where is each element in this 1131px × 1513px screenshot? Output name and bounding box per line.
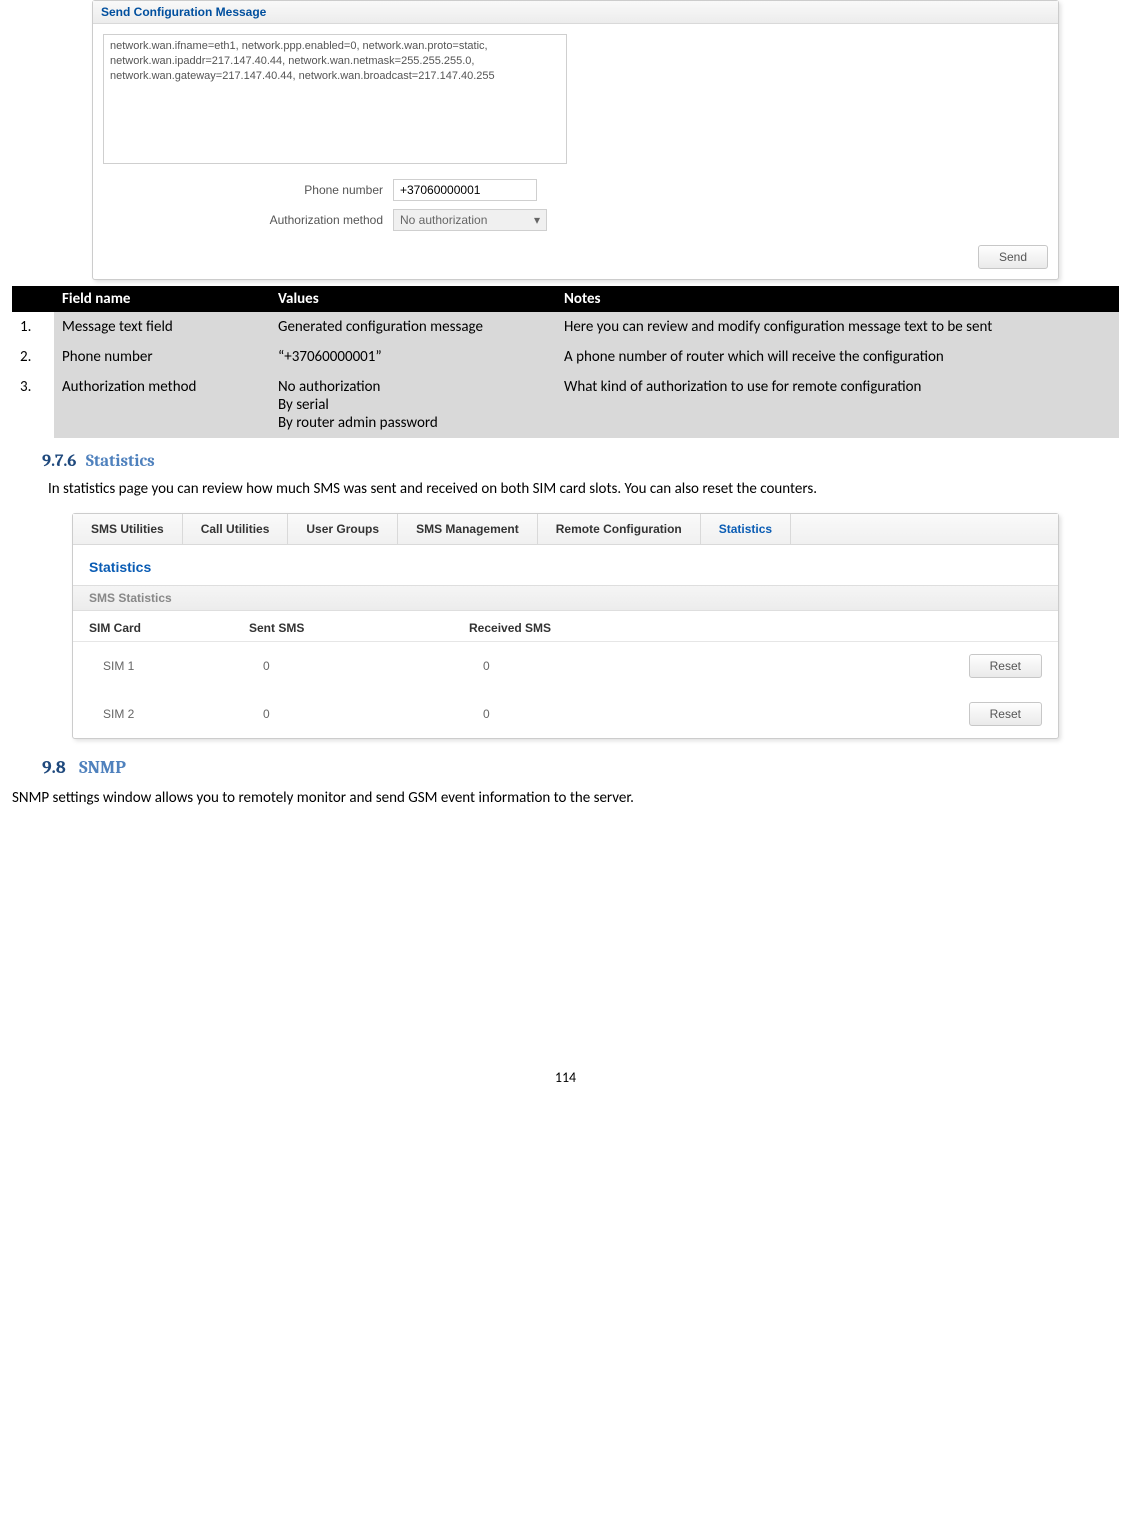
section-heading-98: 9.8 SNMP	[42, 757, 1119, 778]
section-title: SNMP	[79, 757, 126, 778]
tabs: SMS Utilities Call Utilities User Groups…	[73, 514, 1058, 545]
auth-select-value: No authorization	[400, 213, 487, 227]
statistics-paragraph: In statistics page you can review how mu…	[12, 479, 1119, 499]
section-title: Statistics	[86, 452, 155, 471]
stats-columns: SIM Card Sent SMS Received SMS	[73, 611, 1058, 642]
table-row: 3. Authorization method No authorization…	[12, 372, 1119, 438]
reset-button[interactable]: Reset	[969, 702, 1042, 726]
snmp-paragraph: SNMP settings window allows you to remot…	[12, 788, 1119, 808]
row-notes: A phone number of router which will rece…	[556, 342, 1119, 372]
table-row: 1. Message text field Generated configur…	[12, 312, 1119, 342]
cell-recv: 0	[483, 659, 952, 673]
stats-row: SIM 2 0 0 Reset	[73, 690, 1058, 738]
auth-row: Authorization method No authorization ▾	[103, 209, 1058, 231]
cell-sent: 0	[263, 707, 483, 721]
row-values: No authorization By serial By router adm…	[270, 372, 556, 438]
message-text-field[interactable]: network.wan.ifname=eth1, network.ppp.ena…	[103, 34, 567, 164]
row-field: Message text field	[54, 312, 270, 342]
row-notes: Here you can review and modify configura…	[556, 312, 1119, 342]
tab-sms-utilities[interactable]: SMS Utilities	[73, 514, 183, 544]
send-button[interactable]: Send	[978, 245, 1048, 269]
section-num: 9.7.6	[42, 452, 76, 471]
cell-recv: 0	[483, 707, 952, 721]
phone-input[interactable]	[393, 179, 537, 201]
stats-row: SIM 1 0 0 Reset	[73, 642, 1058, 690]
config-message-panel: Send Configuration Message network.wan.i…	[92, 0, 1059, 280]
section-num: 9.8	[42, 757, 66, 778]
col-num	[12, 286, 54, 312]
row-num: 3.	[12, 372, 54, 438]
row-field: Authorization method	[54, 372, 270, 438]
tab-remote-configuration[interactable]: Remote Configuration	[538, 514, 701, 544]
tab-statistics[interactable]: Statistics	[701, 514, 791, 544]
reset-button[interactable]: Reset	[969, 654, 1042, 678]
row-field: Phone number	[54, 342, 270, 372]
stats-heading: Statistics	[73, 545, 1058, 585]
col-values: Values	[270, 286, 556, 312]
row-notes: What kind of authorization to use for re…	[556, 372, 1119, 438]
statistics-panel: SMS Utilities Call Utilities User Groups…	[72, 513, 1059, 739]
field-definitions-table: Field name Values Notes 1. Message text …	[12, 286, 1119, 438]
auth-label: Authorization method	[103, 213, 393, 227]
tab-user-groups[interactable]: User Groups	[288, 514, 398, 544]
row-num: 2.	[12, 342, 54, 372]
section-heading-976: 9.7.6 Statistics	[42, 452, 1119, 471]
page-number: 114	[12, 1069, 1119, 1106]
auth-select[interactable]: No authorization ▾	[393, 209, 547, 231]
chevron-down-icon: ▾	[534, 213, 540, 227]
panel-title: Send Configuration Message	[93, 1, 1058, 24]
phone-row: Phone number	[103, 179, 1058, 201]
stats-subheading: SMS Statistics	[73, 585, 1058, 611]
row-values: “+37060000001”	[270, 342, 556, 372]
row-num: 1.	[12, 312, 54, 342]
row-values: Generated configuration message	[270, 312, 556, 342]
col-sent: Sent SMS	[249, 621, 469, 635]
col-fieldname: Field name	[54, 286, 270, 312]
tab-sms-management[interactable]: SMS Management	[398, 514, 538, 544]
col-recv: Received SMS	[469, 621, 1042, 635]
col-notes: Notes	[556, 286, 1119, 312]
tab-call-utilities[interactable]: Call Utilities	[183, 514, 289, 544]
col-sim: SIM Card	[89, 621, 249, 635]
table-row: 2. Phone number “+37060000001” A phone n…	[12, 342, 1119, 372]
phone-label: Phone number	[103, 183, 393, 197]
cell-sim: SIM 2	[89, 707, 263, 721]
cell-sent: 0	[263, 659, 483, 673]
cell-sim: SIM 1	[89, 659, 263, 673]
